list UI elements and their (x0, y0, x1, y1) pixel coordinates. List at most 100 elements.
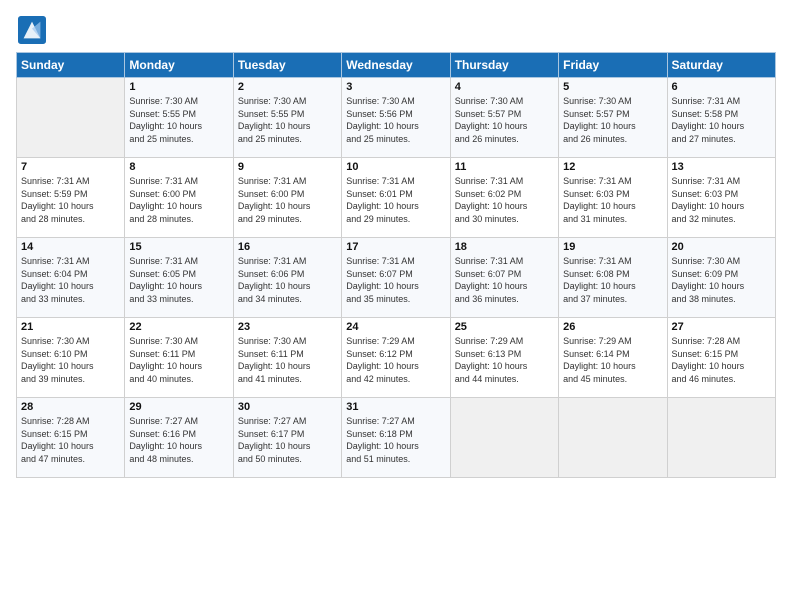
day-info: Sunrise: 7:27 AM Sunset: 6:18 PM Dayligh… (346, 415, 445, 465)
day-info: Sunrise: 7:30 AM Sunset: 6:11 PM Dayligh… (129, 335, 228, 385)
week-row-3: 14 Sunrise: 7:31 AM Sunset: 6:04 PM Dayli… (17, 238, 776, 318)
day-number: 14 (21, 241, 120, 253)
calendar-cell: 24 Sunrise: 7:29 AM Sunset: 6:12 PM Dayli… (342, 318, 450, 398)
day-info: Sunrise: 7:28 AM Sunset: 6:15 PM Dayligh… (21, 415, 120, 465)
day-number: 9 (238, 161, 337, 173)
day-info: Sunrise: 7:29 AM Sunset: 6:14 PM Dayligh… (563, 335, 662, 385)
day-info: Sunrise: 7:31 AM Sunset: 6:01 PM Dayligh… (346, 175, 445, 225)
calendar-cell: 27 Sunrise: 7:28 AM Sunset: 6:15 PM Dayli… (667, 318, 775, 398)
calendar-cell: 13 Sunrise: 7:31 AM Sunset: 6:03 PM Dayli… (667, 158, 775, 238)
day-number: 24 (346, 321, 445, 333)
day-number: 29 (129, 401, 228, 413)
day-number: 18 (455, 241, 554, 253)
calendar-cell: 31 Sunrise: 7:27 AM Sunset: 6:18 PM Dayli… (342, 398, 450, 478)
day-number: 4 (455, 81, 554, 93)
calendar-cell: 26 Sunrise: 7:29 AM Sunset: 6:14 PM Dayli… (559, 318, 667, 398)
week-row-1: 1 Sunrise: 7:30 AM Sunset: 5:55 PM Daylig… (17, 78, 776, 158)
weekday-header-sunday: Sunday (17, 53, 125, 78)
calendar-cell: 1Sunrise: 7:30 AM Sunset: 5:55 PM Daylig… (125, 78, 233, 158)
day-info: Sunrise: 7:29 AM Sunset: 6:13 PM Dayligh… (455, 335, 554, 385)
calendar-cell: 6 Sunrise: 7:31 AM Sunset: 5:58 PM Daylig… (667, 78, 775, 158)
calendar-cell: 21Sunrise: 7:30 AM Sunset: 6:10 PM Dayli… (17, 318, 125, 398)
calendar-cell: 29 Sunrise: 7:27 AM Sunset: 6:16 PM Dayli… (125, 398, 233, 478)
calendar-cell: 15 Sunrise: 7:31 AM Sunset: 6:05 PM Dayli… (125, 238, 233, 318)
day-number: 25 (455, 321, 554, 333)
day-info: Sunrise: 7:30 AM Sunset: 6:11 PM Dayligh… (238, 335, 337, 385)
calendar-cell: 20Sunrise: 7:30 AM Sunset: 6:09 PM Dayli… (667, 238, 775, 318)
weekday-header-wednesday: Wednesday (342, 53, 450, 78)
calendar-cell: 8Sunrise: 7:31 AM Sunset: 6:00 PM Daylig… (125, 158, 233, 238)
day-number: 3 (346, 81, 445, 93)
calendar-cell: 4 Sunrise: 7:30 AM Sunset: 5:57 PM Daylig… (450, 78, 558, 158)
calendar-cell: 16 Sunrise: 7:31 AM Sunset: 6:06 PM Dayli… (233, 238, 341, 318)
day-number: 10 (346, 161, 445, 173)
day-info: Sunrise: 7:31 AM Sunset: 6:08 PM Dayligh… (563, 255, 662, 305)
day-number: 16 (238, 241, 337, 253)
day-number: 28 (21, 401, 120, 413)
day-info: Sunrise: 7:30 AM Sunset: 5:55 PM Dayligh… (238, 95, 337, 145)
day-number: 2 (238, 81, 337, 93)
day-info: Sunrise: 7:31 AM Sunset: 6:00 PM Dayligh… (238, 175, 337, 225)
calendar-cell: 18 Sunrise: 7:31 AM Sunset: 6:07 PM Dayli… (450, 238, 558, 318)
calendar-cell (450, 398, 558, 478)
weekday-header-friday: Friday (559, 53, 667, 78)
day-info: Sunrise: 7:31 AM Sunset: 5:58 PM Dayligh… (672, 95, 771, 145)
day-number: 31 (346, 401, 445, 413)
day-number: 11 (455, 161, 554, 173)
calendar-cell: 22 Sunrise: 7:30 AM Sunset: 6:11 PM Dayli… (125, 318, 233, 398)
day-number: 15 (129, 241, 228, 253)
day-number: 27 (672, 321, 771, 333)
day-number: 19 (563, 241, 662, 253)
calendar-cell: 5Sunrise: 7:30 AM Sunset: 5:57 PM Daylig… (559, 78, 667, 158)
day-number: 7 (21, 161, 120, 173)
weekday-header-saturday: Saturday (667, 53, 775, 78)
calendar-cell: 25 Sunrise: 7:29 AM Sunset: 6:13 PM Dayli… (450, 318, 558, 398)
calendar-cell: 2 Sunrise: 7:30 AM Sunset: 5:55 PM Daylig… (233, 78, 341, 158)
calendar-cell: 28 Sunrise: 7:28 AM Sunset: 6:15 PM Dayli… (17, 398, 125, 478)
calendar-cell: 17 Sunrise: 7:31 AM Sunset: 6:07 PM Dayli… (342, 238, 450, 318)
day-info: Sunrise: 7:30 AM Sunset: 5:57 PM Dayligh… (563, 95, 662, 145)
day-number: 13 (672, 161, 771, 173)
day-info: Sunrise: 7:31 AM Sunset: 6:04 PM Dayligh… (21, 255, 120, 305)
day-info: Sunrise: 7:27 AM Sunset: 6:16 PM Dayligh… (129, 415, 228, 465)
day-info: Sunrise: 7:30 AM Sunset: 5:57 PM Dayligh… (455, 95, 554, 145)
calendar-table: SundayMondayTuesdayWednesdayThursdayFrid… (16, 52, 776, 478)
calendar-cell: 23Sunrise: 7:30 AM Sunset: 6:11 PM Dayli… (233, 318, 341, 398)
weekday-header-thursday: Thursday (450, 53, 558, 78)
day-number: 17 (346, 241, 445, 253)
day-number: 1 (129, 81, 228, 93)
day-info: Sunrise: 7:31 AM Sunset: 6:05 PM Dayligh… (129, 255, 228, 305)
day-info: Sunrise: 7:31 AM Sunset: 6:07 PM Dayligh… (455, 255, 554, 305)
day-info: Sunrise: 7:31 AM Sunset: 6:06 PM Dayligh… (238, 255, 337, 305)
day-number: 12 (563, 161, 662, 173)
day-info: Sunrise: 7:31 AM Sunset: 5:59 PM Dayligh… (21, 175, 120, 225)
calendar-cell: 19 Sunrise: 7:31 AM Sunset: 6:08 PM Dayli… (559, 238, 667, 318)
logo (16, 16, 50, 44)
week-row-5: 28 Sunrise: 7:28 AM Sunset: 6:15 PM Dayli… (17, 398, 776, 478)
day-info: Sunrise: 7:31 AM Sunset: 6:03 PM Dayligh… (672, 175, 771, 225)
calendar-cell (17, 78, 125, 158)
calendar-cell: 3 Sunrise: 7:30 AM Sunset: 5:56 PM Daylig… (342, 78, 450, 158)
day-info: Sunrise: 7:30 AM Sunset: 5:56 PM Dayligh… (346, 95, 445, 145)
day-number: 6 (672, 81, 771, 93)
calendar-cell: 14 Sunrise: 7:31 AM Sunset: 6:04 PM Dayli… (17, 238, 125, 318)
calendar-cell (559, 398, 667, 478)
day-number: 26 (563, 321, 662, 333)
day-info: Sunrise: 7:30 AM Sunset: 6:10 PM Dayligh… (21, 335, 120, 385)
logo-icon (18, 16, 46, 44)
header (16, 16, 776, 44)
calendar-cell: 9 Sunrise: 7:31 AM Sunset: 6:00 PM Daylig… (233, 158, 341, 238)
weekday-header-row: SundayMondayTuesdayWednesdayThursdayFrid… (17, 53, 776, 78)
day-info: Sunrise: 7:28 AM Sunset: 6:15 PM Dayligh… (672, 335, 771, 385)
day-number: 30 (238, 401, 337, 413)
day-info: Sunrise: 7:31 AM Sunset: 6:07 PM Dayligh… (346, 255, 445, 305)
day-info: Sunrise: 7:29 AM Sunset: 6:12 PM Dayligh… (346, 335, 445, 385)
calendar-cell: 10 Sunrise: 7:31 AM Sunset: 6:01 PM Dayli… (342, 158, 450, 238)
week-row-2: 7 Sunrise: 7:31 AM Sunset: 5:59 PM Daylig… (17, 158, 776, 238)
weekday-header-tuesday: Tuesday (233, 53, 341, 78)
day-info: Sunrise: 7:30 AM Sunset: 6:09 PM Dayligh… (672, 255, 771, 305)
day-info: Sunrise: 7:31 AM Sunset: 6:03 PM Dayligh… (563, 175, 662, 225)
calendar-cell: 30Sunrise: 7:27 AM Sunset: 6:17 PM Dayli… (233, 398, 341, 478)
day-number: 22 (129, 321, 228, 333)
calendar-cell: 11Sunrise: 7:31 AM Sunset: 6:02 PM Dayli… (450, 158, 558, 238)
